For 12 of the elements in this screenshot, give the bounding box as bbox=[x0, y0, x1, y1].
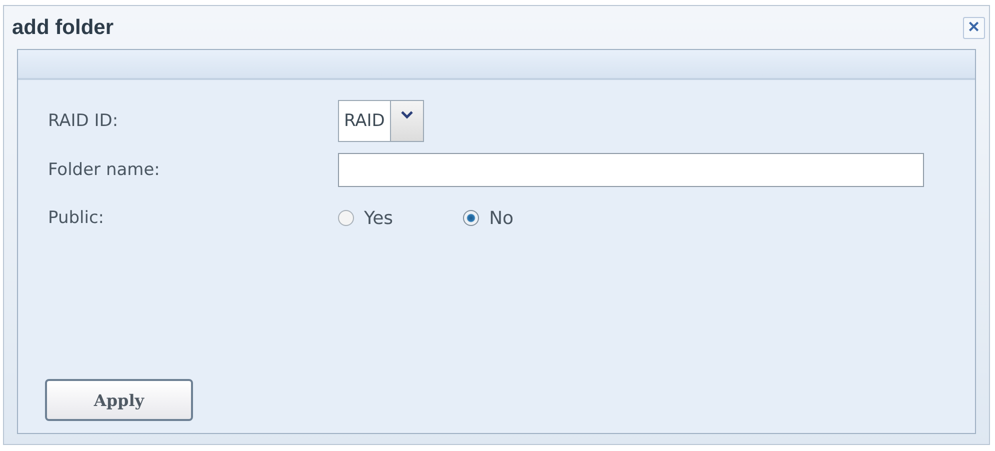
radio-option[interactable]: No bbox=[463, 208, 514, 228]
radio-button[interactable] bbox=[463, 210, 480, 226]
field-label: Folder name: bbox=[48, 160, 161, 180]
chevron-down-icon bbox=[400, 111, 413, 119]
radio-button[interactable] bbox=[338, 210, 354, 226]
raid-dropdown[interactable]: RAID bbox=[338, 100, 424, 142]
radio-option[interactable]: Yes bbox=[338, 208, 394, 228]
window-title: add folder bbox=[12, 16, 114, 40]
field-label: RAID ID: bbox=[48, 111, 120, 131]
close-button[interactable]: ✕ bbox=[963, 16, 985, 38]
apply-button[interactable]: Apply bbox=[45, 379, 193, 421]
field-label: Public: bbox=[48, 208, 106, 228]
